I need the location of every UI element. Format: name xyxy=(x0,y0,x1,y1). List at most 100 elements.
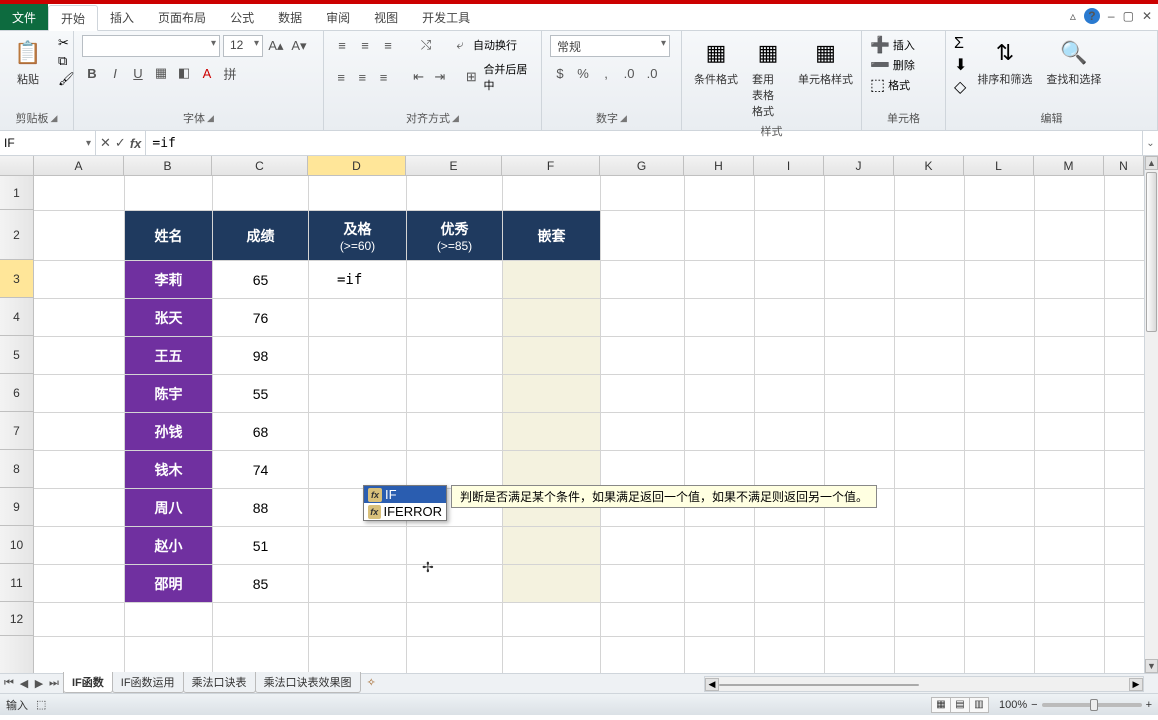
func-item-iferror[interactable]: fxIFERROR xyxy=(364,503,446,520)
cell-excellent[interactable] xyxy=(407,565,503,603)
cell-score[interactable]: 74 xyxy=(213,451,309,489)
format-cells-icon[interactable]: ⬚ xyxy=(870,75,885,95)
cell-excellent[interactable] xyxy=(407,451,503,489)
sheet-nav-prev-icon[interactable]: ◀ xyxy=(17,677,31,690)
decrease-decimal-icon[interactable]: .0 xyxy=(642,63,662,83)
format-as-table-button[interactable]: ▦套用 表格格式 xyxy=(748,35,788,121)
row-header-2[interactable]: 2 xyxy=(0,210,33,260)
tab-pagelayout[interactable]: 页面布局 xyxy=(146,4,218,30)
func-item-if[interactable]: fxIF xyxy=(364,486,446,503)
cell-score[interactable]: 88 xyxy=(213,489,309,527)
cell-name[interactable]: 张天 xyxy=(125,299,213,337)
font-size-combo[interactable]: 12 xyxy=(223,35,263,57)
bold-button[interactable]: B xyxy=(82,63,102,83)
clear-icon[interactable]: ◇ xyxy=(954,77,966,97)
delete-cells-icon[interactable]: ➖ xyxy=(870,55,890,75)
sheet-nav-next-icon[interactable]: ▶ xyxy=(32,677,46,690)
help-icon[interactable]: ? xyxy=(1084,8,1100,24)
dialog-launcher-icon[interactable]: ◢ xyxy=(51,113,58,124)
tab-review[interactable]: 审阅 xyxy=(314,4,362,30)
shrink-font-icon[interactable]: A▾ xyxy=(289,36,309,56)
paste-button[interactable]: 📋 粘贴 xyxy=(8,35,48,89)
cell-excellent[interactable] xyxy=(407,299,503,337)
name-box[interactable]: IF xyxy=(0,131,96,155)
wrap-text-button[interactable]: ⤶ xyxy=(450,35,470,55)
restore-icon[interactable]: ▢ xyxy=(1123,9,1134,23)
row-header-8[interactable]: 8 xyxy=(0,450,33,488)
sheet-tab[interactable]: 乘法口诀表 xyxy=(183,672,256,693)
row-header-12[interactable]: 12 xyxy=(0,602,33,636)
macro-record-icon[interactable]: ⬚ xyxy=(36,698,46,711)
zoom-out-icon[interactable]: − xyxy=(1031,699,1037,711)
col-header-K[interactable]: K xyxy=(894,156,964,175)
zoom-level[interactable]: 100% xyxy=(999,699,1027,711)
cell-pass[interactable]: =if xyxy=(309,261,407,299)
grow-font-icon[interactable]: A▴ xyxy=(266,36,286,56)
cell-name[interactable]: 赵小 xyxy=(125,527,213,565)
tab-insert[interactable]: 插入 xyxy=(98,4,146,30)
cell-pass[interactable] xyxy=(309,299,407,337)
cell-excellent[interactable] xyxy=(407,527,503,565)
cell-pass[interactable] xyxy=(309,527,407,565)
select-all-button[interactable] xyxy=(0,156,34,176)
sheet-tab[interactable]: 乘法口诀表效果图 xyxy=(255,672,361,693)
row-header-10[interactable]: 10 xyxy=(0,526,33,564)
enter-formula-icon[interactable]: ✓ xyxy=(115,135,126,151)
cell-pass[interactable] xyxy=(309,565,407,603)
col-header-B[interactable]: B xyxy=(124,156,212,175)
cell-score[interactable]: 55 xyxy=(213,375,309,413)
col-header-G[interactable]: G xyxy=(600,156,684,175)
font-name-combo[interactable] xyxy=(82,35,220,57)
fx-icon[interactable]: fx xyxy=(130,136,142,151)
zoom-in-icon[interactable]: + xyxy=(1146,699,1152,711)
row-header-4[interactable]: 4 xyxy=(0,298,33,336)
row-header-7[interactable]: 7 xyxy=(0,412,33,450)
dialog-launcher-icon[interactable]: ◢ xyxy=(207,113,214,124)
cell-name[interactable]: 王五 xyxy=(125,337,213,375)
cell-nest[interactable] xyxy=(503,375,601,413)
align-bottom-icon[interactable]: ≡ xyxy=(378,35,398,55)
minimize-ribbon-icon[interactable]: ▵ xyxy=(1070,9,1076,23)
tab-developer[interactable]: 开发工具 xyxy=(410,4,482,30)
dialog-launcher-icon[interactable]: ◢ xyxy=(452,113,459,124)
cell-pass[interactable] xyxy=(309,337,407,375)
tab-home[interactable]: 开始 xyxy=(48,5,98,31)
view-normal-icon[interactable]: ▦ xyxy=(931,697,951,713)
cell-name[interactable]: 邵明 xyxy=(125,565,213,603)
insert-cells-icon[interactable]: ➕ xyxy=(870,35,890,55)
cell-score[interactable]: 76 xyxy=(213,299,309,337)
cell-score[interactable]: 65 xyxy=(213,261,309,299)
cell-score[interactable]: 51 xyxy=(213,527,309,565)
col-header-D[interactable]: D xyxy=(308,156,406,175)
cell-nest[interactable] xyxy=(503,261,601,299)
col-header-M[interactable]: M xyxy=(1034,156,1104,175)
hscroll-thumb[interactable] xyxy=(719,684,919,686)
sheet-nav-first-icon[interactable]: ⏮ xyxy=(2,677,16,690)
horizontal-scrollbar[interactable]: ◀ ▶ xyxy=(704,676,1144,692)
close-icon[interactable]: ✕ xyxy=(1142,9,1152,23)
cell-excellent[interactable] xyxy=(407,261,503,299)
border-button[interactable]: ▦ xyxy=(151,63,171,83)
col-header-L[interactable]: L xyxy=(964,156,1034,175)
tab-formulas[interactable]: 公式 xyxy=(218,4,266,30)
merge-button[interactable]: ⊞ xyxy=(462,67,480,87)
dialog-launcher-icon[interactable]: ◢ xyxy=(620,113,627,124)
col-header-H[interactable]: H xyxy=(684,156,754,175)
cell-excellent[interactable] xyxy=(407,375,503,413)
cell-excellent[interactable] xyxy=(407,413,503,451)
new-sheet-icon[interactable]: ✧ xyxy=(361,674,382,693)
expand-formula-bar-icon[interactable]: ⌄ xyxy=(1142,131,1158,155)
cut-icon[interactable]: ✂ xyxy=(58,35,75,51)
indent-decrease-icon[interactable]: ⇤ xyxy=(410,67,428,87)
increase-decimal-icon[interactable]: .0 xyxy=(619,63,639,83)
cell-name[interactable]: 钱木 xyxy=(125,451,213,489)
italic-button[interactable]: I xyxy=(105,63,125,83)
autosum-icon[interactable]: Σ xyxy=(954,35,964,53)
conditional-format-button[interactable]: ▦条件格式 xyxy=(690,35,742,89)
row-header-6[interactable]: 6 xyxy=(0,374,33,412)
cell-nest[interactable] xyxy=(503,337,601,375)
cell-name[interactable]: 陈宇 xyxy=(125,375,213,413)
view-pagebreak-icon[interactable]: ▥ xyxy=(969,697,989,713)
cell-score[interactable]: 68 xyxy=(213,413,309,451)
copy-icon[interactable]: ⧉ xyxy=(58,53,75,69)
